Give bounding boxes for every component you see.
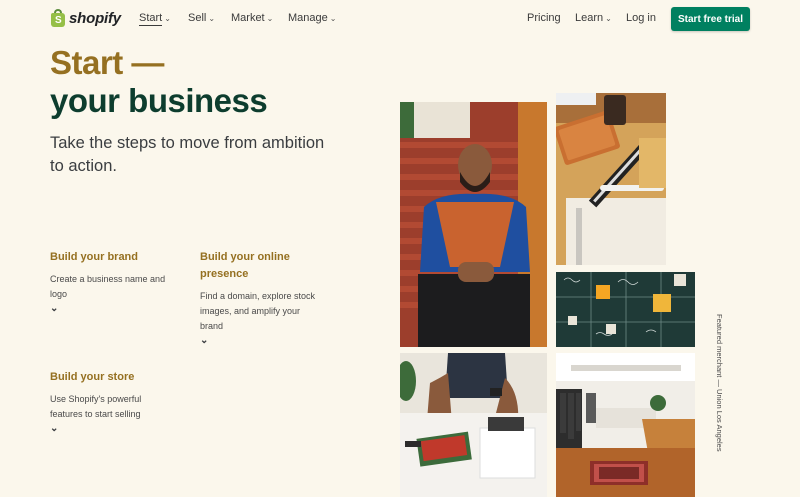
logo-wordmark: shopify bbox=[69, 9, 121, 27]
chalkboard-photo bbox=[556, 272, 695, 347]
shopify-logo[interactable]: S shopify bbox=[50, 9, 121, 27]
feature-title: Build your store bbox=[50, 371, 135, 383]
chevron-down-icon[interactable]: ⌄ bbox=[200, 335, 325, 346]
hero-subtitle: Take the steps to move from ambition to … bbox=[50, 134, 325, 175]
top-navigation: S shopify Start ⌄ Sell ⌄ Market ⌄ Manage ⌄ P… bbox=[0, 0, 800, 38]
featured-merchant-caption: Featured merchant — Union Los Angeles bbox=[715, 314, 724, 452]
desk-notebook-photo bbox=[556, 93, 666, 265]
nav-item-manage[interactable]: Manage ⌄ bbox=[288, 12, 336, 24]
feature-title: Build your brand bbox=[50, 251, 138, 263]
hero-title-line1: Start — bbox=[50, 44, 164, 81]
nav-item-start[interactable]: Start ⌄ bbox=[139, 12, 171, 26]
chevron-down-icon[interactable]: ⌄ bbox=[50, 423, 165, 434]
nav-item-market[interactable]: Market ⌄ bbox=[231, 12, 273, 24]
store-interior-photo bbox=[556, 353, 695, 497]
hero-title-line2: your business bbox=[50, 82, 268, 119]
start-free-trial-button[interactable]: Start free trial bbox=[671, 7, 750, 31]
chevron-down-icon: ⌄ bbox=[208, 14, 216, 23]
feature-build-brand[interactable]: Build your brand Create a business name … bbox=[50, 249, 170, 314]
chevron-down-icon: ⌄ bbox=[329, 14, 337, 23]
feature-build-store[interactable]: Build your store Use Shopify's powerful … bbox=[50, 369, 165, 434]
feature-build-online-presence[interactable]: Build your online presence Find a domain… bbox=[200, 249, 325, 346]
nav-pricing-link[interactable]: Pricing bbox=[527, 12, 561, 24]
workspace-hands-photo bbox=[400, 353, 547, 497]
feature-description: Use Shopify's powerful features to start… bbox=[50, 394, 142, 419]
nav-login-link[interactable]: Log in bbox=[626, 12, 656, 24]
chevron-down-icon[interactable]: ⌄ bbox=[50, 303, 170, 314]
nav-item-sell[interactable]: Sell ⌄ bbox=[188, 12, 215, 24]
chevron-down-icon: ⌄ bbox=[164, 14, 171, 23]
shopping-bag-icon: S bbox=[50, 9, 66, 27]
feature-description: Find a domain, explore stock images, and… bbox=[200, 291, 316, 331]
chevron-down-icon: ⌄ bbox=[266, 14, 274, 23]
feature-description: Create a business name and logo bbox=[50, 274, 166, 299]
merchant-portrait-photo bbox=[400, 102, 547, 347]
feature-title: Build your online presence bbox=[200, 251, 290, 280]
chevron-down-icon: ⌄ bbox=[605, 14, 612, 23]
nav-learn-menu[interactable]: Learn ⌄ bbox=[575, 12, 612, 24]
